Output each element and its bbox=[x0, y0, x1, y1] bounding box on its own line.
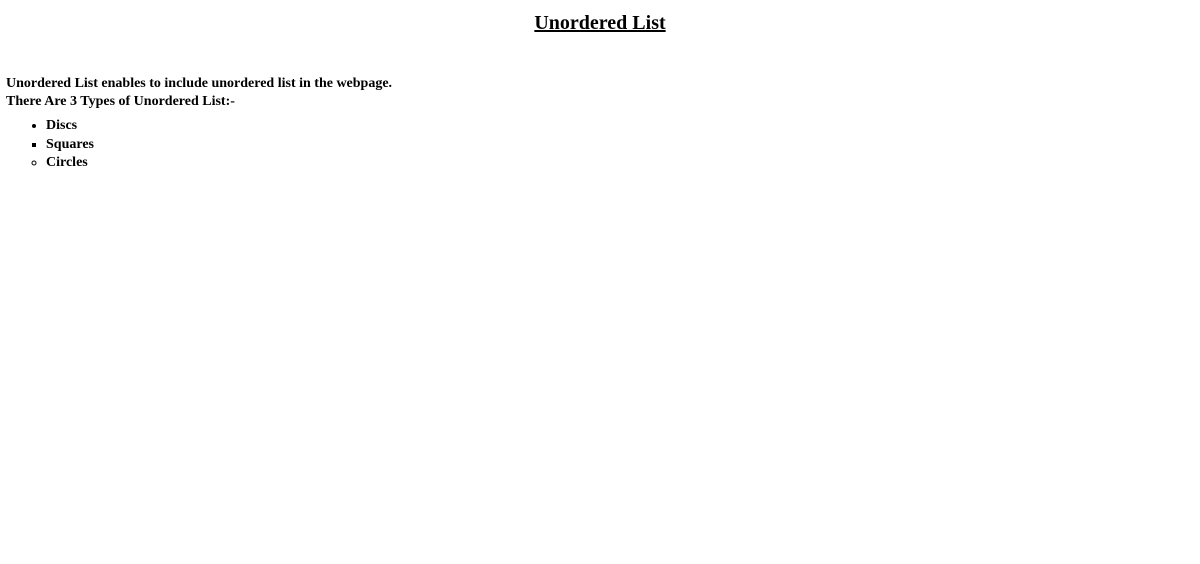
list-item: Squares bbox=[46, 136, 1194, 154]
intro-line-2: There Are 3 Types of Unordered List:- bbox=[6, 94, 235, 109]
list-item: Discs bbox=[46, 117, 1194, 135]
intro-text: Unordered List enables to include unorde… bbox=[6, 75, 1194, 111]
page-title: Unordered List bbox=[6, 12, 1194, 35]
list-item: Circles bbox=[46, 154, 1194, 172]
unordered-list: Discs Squares Circles bbox=[6, 117, 1194, 172]
intro-line-1: Unordered List enables to include unorde… bbox=[6, 76, 392, 91]
